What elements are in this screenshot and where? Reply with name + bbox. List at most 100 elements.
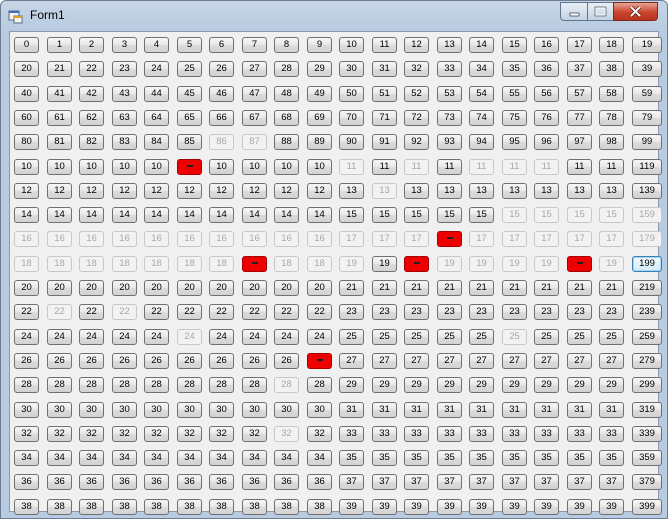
- cell-button-92[interactable]: 92: [404, 134, 429, 150]
- cell-button-81[interactable]: 81: [47, 134, 72, 150]
- cell-button-75[interactable]: 75: [502, 110, 527, 126]
- cell-button-351[interactable]: 35: [372, 450, 397, 466]
- cell-button-110[interactable]: 11: [339, 159, 364, 175]
- cell-button-140[interactable]: 14: [14, 207, 39, 223]
- cell-button-368[interactable]: 36: [274, 474, 299, 490]
- cell-button-131[interactable]: 13: [372, 183, 397, 199]
- cell-button-73[interactable]: 73: [437, 110, 462, 126]
- cell-button-164[interactable]: 16: [144, 231, 169, 247]
- cell-button-301[interactable]: 30: [47, 402, 72, 418]
- cell-button-83[interactable]: 83: [112, 134, 137, 150]
- cell-button-105[interactable]: [177, 159, 202, 175]
- cell-button-175[interactable]: 17: [502, 231, 527, 247]
- cell-button-25[interactable]: 25: [177, 61, 202, 77]
- cell-button-100[interactable]: 10: [14, 159, 39, 175]
- cell-button-230[interactable]: 23: [339, 304, 364, 320]
- cell-button-142[interactable]: 14: [79, 207, 104, 223]
- cell-button-77[interactable]: 77: [567, 110, 592, 126]
- cell-button-232[interactable]: 23: [404, 304, 429, 320]
- cell-button-285[interactable]: 28: [177, 377, 202, 393]
- cell-button-245[interactable]: 24: [177, 329, 202, 345]
- cell-button-137[interactable]: 13: [567, 183, 592, 199]
- cell-button-176[interactable]: 17: [534, 231, 559, 247]
- cell-button-363[interactable]: 36: [112, 474, 137, 490]
- cell-button-71[interactable]: 71: [372, 110, 397, 126]
- cell-button-99[interactable]: 99: [632, 134, 662, 150]
- cell-button-66[interactable]: 66: [209, 110, 234, 126]
- cell-button-353[interactable]: 35: [437, 450, 462, 466]
- cell-button-360[interactable]: 36: [14, 474, 39, 490]
- cell-button-262[interactable]: 26: [79, 353, 104, 369]
- cell-button-138[interactable]: 13: [599, 183, 624, 199]
- cell-button-333[interactable]: 33: [437, 426, 462, 442]
- cell-button-194[interactable]: 19: [469, 256, 494, 272]
- cell-button-195[interactable]: 19: [502, 256, 527, 272]
- cell-button-30[interactable]: 30: [339, 61, 364, 77]
- minimize-button[interactable]: [560, 2, 588, 21]
- cell-button-338[interactable]: 33: [599, 426, 624, 442]
- cell-button-350[interactable]: 35: [339, 450, 364, 466]
- cell-button-332[interactable]: 33: [404, 426, 429, 442]
- cell-button-300[interactable]: 30: [14, 402, 39, 418]
- cell-button-395[interactable]: 39: [502, 499, 527, 515]
- cell-button-256[interactable]: 25: [534, 329, 559, 345]
- cell-button-65[interactable]: 65: [177, 110, 202, 126]
- cell-button-294[interactable]: 29: [469, 377, 494, 393]
- cell-button-18[interactable]: 18: [599, 37, 624, 53]
- cell-button-310[interactable]: 31: [339, 402, 364, 418]
- cell-button-254[interactable]: 25: [469, 329, 494, 345]
- cell-button-391[interactable]: 39: [372, 499, 397, 515]
- cell-button-4[interactable]: 4: [144, 37, 169, 53]
- cell-button-237[interactable]: 23: [567, 304, 592, 320]
- cell-button-340[interactable]: 34: [14, 450, 39, 466]
- cell-button-183[interactable]: 18: [112, 256, 137, 272]
- cell-button-168[interactable]: 16: [274, 231, 299, 247]
- cell-button-47[interactable]: 47: [242, 86, 267, 102]
- cell-button-152[interactable]: 15: [404, 207, 429, 223]
- cell-button-17[interactable]: 17: [567, 37, 592, 53]
- cell-button-337[interactable]: 33: [567, 426, 592, 442]
- cell-button-118[interactable]: 11: [599, 159, 624, 175]
- cell-button-134[interactable]: 13: [469, 183, 494, 199]
- cell-button-5[interactable]: 5: [177, 37, 202, 53]
- cell-button-14[interactable]: 14: [469, 37, 494, 53]
- cell-button-86[interactable]: 86: [209, 134, 234, 150]
- cell-button-222[interactable]: 22: [79, 304, 104, 320]
- cell-button-387[interactable]: 38: [242, 499, 267, 515]
- cell-button-273[interactable]: 27: [437, 353, 462, 369]
- cell-button-135[interactable]: 13: [502, 183, 527, 199]
- cell-button-114[interactable]: 11: [469, 159, 494, 175]
- cell-button-136[interactable]: 13: [534, 183, 559, 199]
- cell-button-397[interactable]: 39: [567, 499, 592, 515]
- cell-button-201[interactable]: 20: [47, 280, 72, 296]
- cell-button-35[interactable]: 35: [502, 61, 527, 77]
- cell-button-50[interactable]: 50: [339, 86, 364, 102]
- cell-button-111[interactable]: 11: [372, 159, 397, 175]
- cell-button-278[interactable]: 27: [599, 353, 624, 369]
- cell-button-227[interactable]: 22: [242, 304, 267, 320]
- cell-button-388[interactable]: 38: [274, 499, 299, 515]
- cell-button-335[interactable]: 33: [502, 426, 527, 442]
- cell-button-23[interactable]: 23: [112, 61, 137, 77]
- cell-button-211[interactable]: 21: [372, 280, 397, 296]
- cell-button-49[interactable]: 49: [307, 86, 332, 102]
- cell-button-76[interactable]: 76: [534, 110, 559, 126]
- cell-button-315[interactable]: 31: [502, 402, 527, 418]
- cell-button-155[interactable]: 15: [502, 207, 527, 223]
- cell-button-16[interactable]: 16: [534, 37, 559, 53]
- cell-button-181[interactable]: 18: [47, 256, 72, 272]
- cell-button-365[interactable]: 36: [177, 474, 202, 490]
- cell-button-376[interactable]: 37: [534, 474, 559, 490]
- cell-button-322[interactable]: 32: [79, 426, 104, 442]
- cell-button-299[interactable]: 299: [632, 377, 662, 393]
- cell-button-305[interactable]: 30: [177, 402, 202, 418]
- cell-button-33[interactable]: 33: [437, 61, 462, 77]
- cell-button-28[interactable]: 28: [274, 61, 299, 77]
- close-button[interactable]: [613, 2, 658, 21]
- cell-button-316[interactable]: 31: [534, 402, 559, 418]
- cell-button-52[interactable]: 52: [404, 86, 429, 102]
- cell-button-159[interactable]: 159: [632, 207, 662, 223]
- cell-button-29[interactable]: 29: [307, 61, 332, 77]
- cell-button-386[interactable]: 38: [209, 499, 234, 515]
- cell-button-54[interactable]: 54: [469, 86, 494, 102]
